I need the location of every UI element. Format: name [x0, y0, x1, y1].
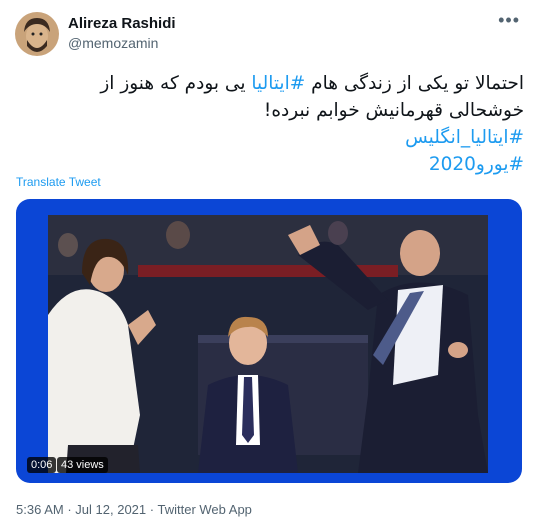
tweet-metadata: 5:36 AM · Jul 12, 2021 · Twitter Web App	[16, 502, 252, 517]
video-views-badge: 43 views	[57, 457, 108, 473]
hashtag-link[interactable]: #ایتالیا	[251, 73, 305, 94]
tweet-line-2: خوشحالی قهرمانیش خوابم نبرده!	[263, 100, 524, 121]
separator: ·	[149, 502, 155, 517]
hashtag-link[interactable]: #ایتالیا_انگلیس	[14, 124, 524, 151]
tweet-text-segment: احتمالا تو یکی از زندگی هام	[305, 73, 524, 94]
video-duration-badge: 0:06	[27, 457, 57, 473]
media-container[interactable]: 0:06 43 views	[16, 199, 522, 483]
tweet-date[interactable]: Jul 12, 2021	[75, 502, 146, 517]
video-player[interactable]	[48, 215, 488, 473]
separator: ·	[67, 502, 72, 517]
more-options-icon[interactable]: •••	[498, 10, 520, 31]
author-handle[interactable]: @memozamin	[68, 35, 158, 51]
tweet-client[interactable]: Twitter Web App	[158, 502, 252, 517]
tweet-text-segment: یی بودم که هنوز از	[100, 73, 252, 94]
hashtag-link[interactable]: #یورو2020	[14, 151, 524, 178]
video-frame	[48, 215, 488, 473]
author-name[interactable]: Alireza Rashidi	[68, 15, 176, 32]
avatar[interactable]	[15, 12, 59, 56]
translate-tweet-link[interactable]: Translate Tweet	[16, 175, 101, 189]
tweet-text: احتمالا تو یکی از زندگی هام #ایتالیا یی …	[14, 70, 524, 178]
tweet-time[interactable]: 5:36 AM	[16, 502, 64, 517]
tweet-line-1: احتمالا تو یکی از زندگی هام #ایتالیا یی …	[14, 70, 524, 97]
tweet: Alireza Rashidi @memozamin ••• احتمالا ت…	[0, 0, 538, 532]
